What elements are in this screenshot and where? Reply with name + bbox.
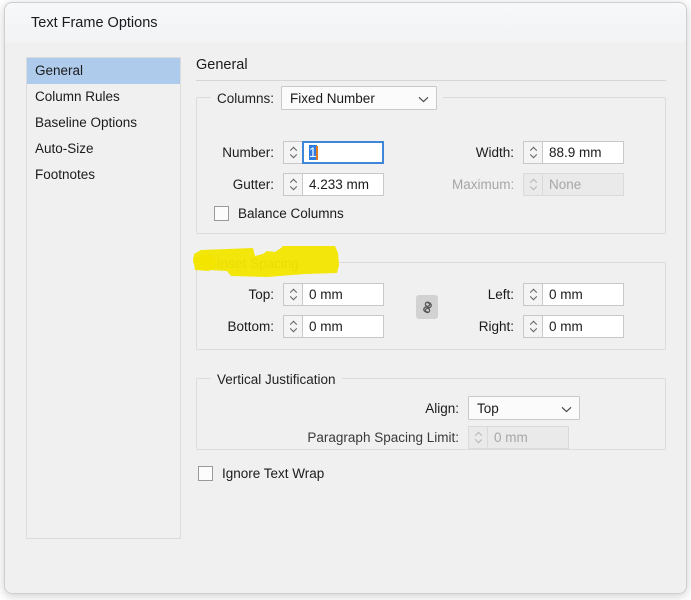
text-caret bbox=[316, 146, 318, 160]
inset-spacing-legend: Inset Spacing bbox=[211, 254, 305, 272]
vertical-justification-group: Vertical Justification Align: Top Paragr… bbox=[196, 378, 666, 450]
dialog-titlebar: Text Frame Options bbox=[5, 3, 686, 43]
sidebar-item-column-rules[interactable]: Column Rules bbox=[27, 84, 180, 110]
bottom-inset-spinner[interactable] bbox=[283, 315, 302, 338]
page-title: General bbox=[196, 57, 666, 80]
left-inset-label: Left: bbox=[452, 287, 514, 302]
dialog-action-buttons: OK Cancel bbox=[426, 593, 664, 594]
columns-type-value: Fixed Number bbox=[290, 91, 375, 106]
right-inset-label: Right: bbox=[452, 319, 514, 334]
title-separator bbox=[196, 80, 666, 81]
left-inset-spinner[interactable] bbox=[523, 283, 542, 306]
sidebar-item-footnotes[interactable]: Footnotes bbox=[27, 162, 180, 188]
number-input[interactable]: 1 bbox=[302, 141, 384, 164]
sidebar-item-general[interactable]: General bbox=[27, 58, 180, 84]
top-inset-label: Top: bbox=[212, 287, 274, 302]
cancel-button[interactable]: Cancel bbox=[551, 593, 664, 594]
vertical-justification-legend: Vertical Justification bbox=[211, 370, 342, 388]
bottom-inset-label: Bottom: bbox=[212, 319, 274, 334]
right-inset-input[interactable]: 0 mm bbox=[542, 315, 624, 338]
paragraph-spacing-limit-row: Paragraph Spacing Limit: 0 mm bbox=[270, 426, 569, 449]
paragraph-spacing-limit-spinner bbox=[468, 426, 487, 449]
dialog-title: Text Frame Options bbox=[31, 15, 158, 31]
left-inset-row: Left: 0 mm bbox=[452, 283, 624, 306]
sidebar-item-auto-size[interactable]: Auto-Size bbox=[27, 136, 180, 162]
top-inset-input[interactable]: 0 mm bbox=[302, 283, 384, 306]
columns-label: Columns: bbox=[217, 91, 274, 106]
right-inset-value: 0 mm bbox=[549, 319, 583, 334]
balance-columns-checkbox[interactable] bbox=[214, 206, 229, 221]
balance-columns-label: Balance Columns bbox=[238, 206, 344, 221]
align-label: Align: bbox=[387, 401, 459, 416]
paragraph-spacing-limit-value: 0 mm bbox=[494, 430, 528, 445]
gutter-input-value: 4.233 mm bbox=[309, 177, 369, 192]
text-frame-options-dialog: Text Frame Options General Column Rules … bbox=[4, 2, 687, 594]
align-row: Align: Top bbox=[387, 396, 580, 420]
bottom-inset-input[interactable]: 0 mm bbox=[302, 315, 384, 338]
inset-spacing-legend-label: Inset Spacing bbox=[217, 256, 299, 271]
maximum-input-value: None bbox=[549, 177, 581, 192]
bottom-inset-value: 0 mm bbox=[309, 319, 343, 334]
gutter-field-row: Gutter: 4.233 mm bbox=[212, 173, 384, 196]
columns-legend: Columns: Fixed Number bbox=[211, 86, 443, 110]
number-spinner[interactable] bbox=[283, 141, 302, 164]
width-input-value: 88.9 mm bbox=[549, 145, 602, 160]
left-inset-value: 0 mm bbox=[549, 287, 583, 302]
sidebar-item-baseline-options[interactable]: Baseline Options bbox=[27, 110, 180, 136]
width-label: Width: bbox=[452, 145, 514, 160]
ignore-text-wrap-row[interactable]: Ignore Text Wrap bbox=[198, 466, 666, 481]
maximum-label: Maximum: bbox=[452, 177, 514, 192]
ignore-text-wrap-checkbox[interactable] bbox=[198, 466, 213, 481]
gutter-spinner[interactable] bbox=[283, 173, 302, 196]
maximum-input: None bbox=[542, 173, 624, 196]
align-value: Top bbox=[477, 401, 499, 416]
chevron-down-icon bbox=[418, 91, 429, 106]
columns-type-dropdown[interactable]: Fixed Number bbox=[281, 86, 437, 110]
width-field-row: Width: 88.9 mm bbox=[452, 141, 624, 164]
paragraph-spacing-limit-label: Paragraph Spacing Limit: bbox=[270, 430, 459, 445]
width-input[interactable]: 88.9 mm bbox=[542, 141, 624, 164]
dialog-body: General Column Rules Baseline Options Au… bbox=[5, 43, 686, 594]
left-inset-input[interactable]: 0 mm bbox=[542, 283, 624, 306]
number-field-row: Number: 1 bbox=[212, 141, 384, 164]
maximum-field-row: Maximum: None bbox=[452, 173, 624, 196]
top-inset-value: 0 mm bbox=[309, 287, 343, 302]
columns-group: Columns: Fixed Number Number: bbox=[196, 97, 666, 234]
settings-pane: General Columns: Fixed Number Number: bbox=[196, 57, 666, 481]
chevron-down-icon bbox=[561, 401, 572, 416]
inset-spacing-group: Inset Spacing Top: 0 mm Left: bbox=[196, 262, 666, 350]
top-inset-spinner[interactable] bbox=[283, 283, 302, 306]
right-inset-row: Right: 0 mm bbox=[452, 315, 624, 338]
number-label: Number: bbox=[212, 145, 274, 160]
balance-columns-row[interactable]: Balance Columns bbox=[214, 206, 344, 221]
chain-link-icon[interactable] bbox=[416, 295, 438, 319]
top-inset-row: Top: 0 mm bbox=[212, 283, 384, 306]
ok-button[interactable]: OK bbox=[426, 593, 539, 594]
gutter-label: Gutter: bbox=[212, 177, 274, 192]
align-dropdown[interactable]: Top bbox=[468, 396, 580, 420]
width-spinner[interactable] bbox=[523, 141, 542, 164]
settings-category-list[interactable]: General Column Rules Baseline Options Au… bbox=[26, 57, 181, 539]
maximum-spinner bbox=[523, 173, 542, 196]
right-inset-spinner[interactable] bbox=[523, 315, 542, 338]
bottom-inset-row: Bottom: 0 mm bbox=[212, 315, 384, 338]
gutter-input[interactable]: 4.233 mm bbox=[302, 173, 384, 196]
ignore-text-wrap-label: Ignore Text Wrap bbox=[222, 466, 324, 481]
vertical-justification-legend-label: Vertical Justification bbox=[217, 372, 336, 387]
paragraph-spacing-limit-input: 0 mm bbox=[487, 426, 569, 449]
